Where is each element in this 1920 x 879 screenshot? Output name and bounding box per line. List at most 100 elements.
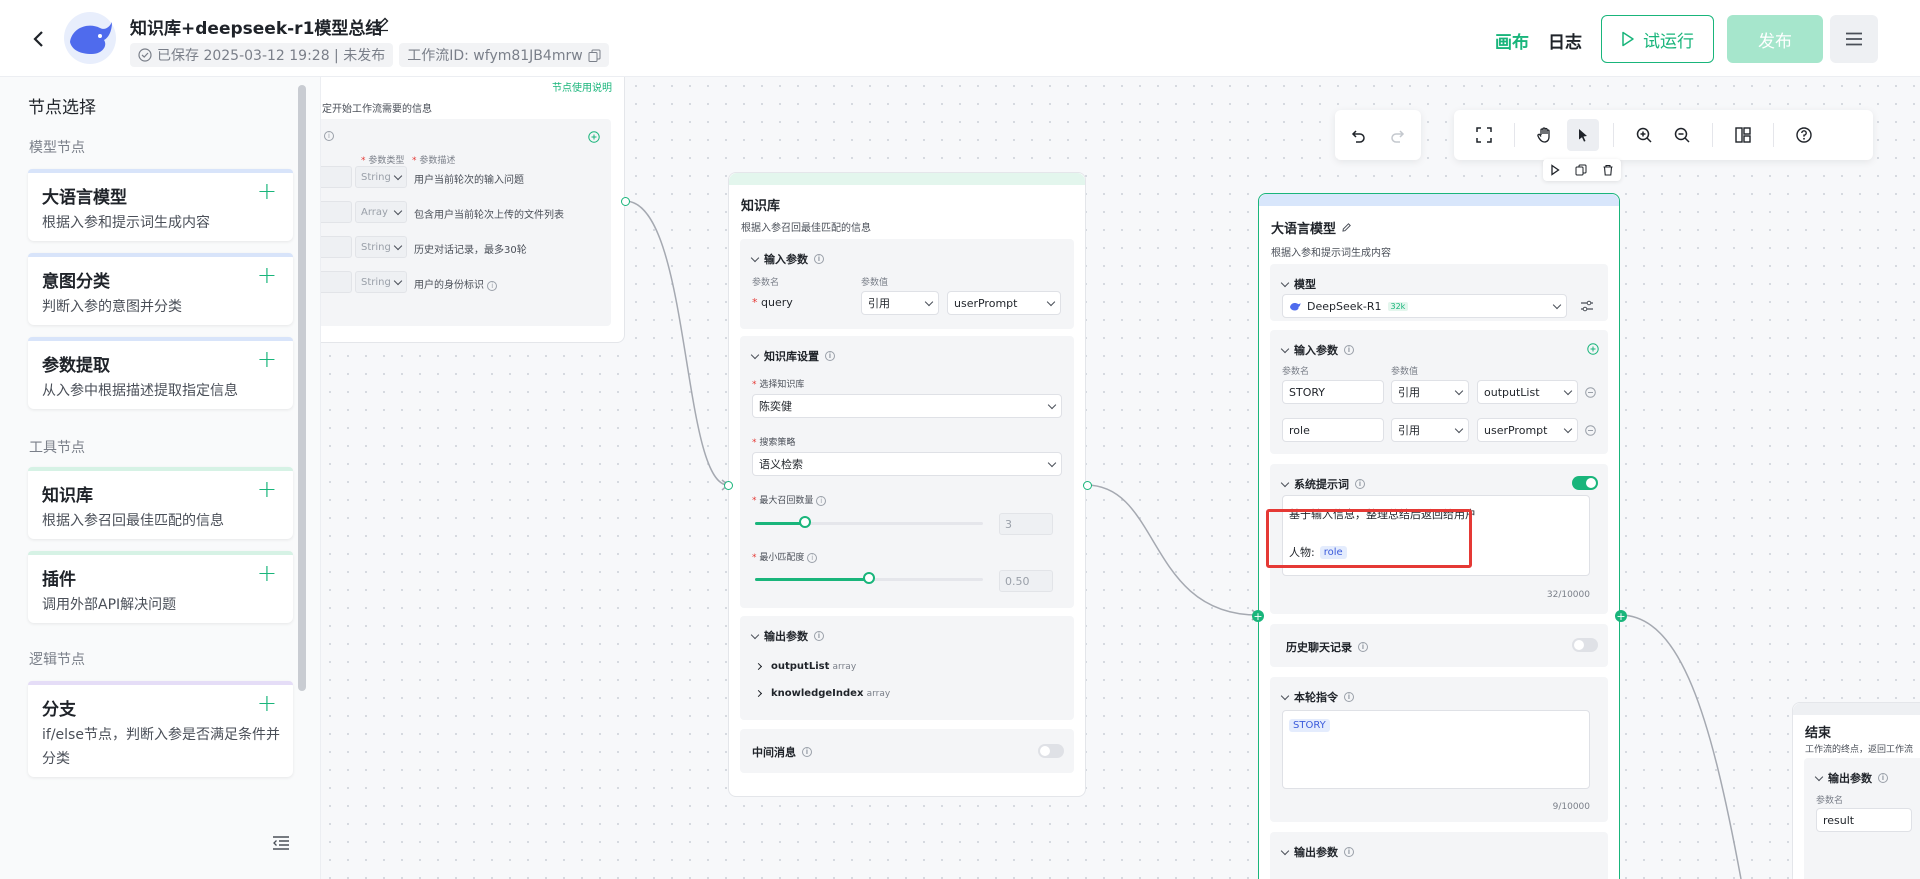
output-port[interactable] (621, 197, 630, 206)
tab-canvas[interactable]: 画布 (1495, 28, 1529, 53)
add-icon[interactable]: + (257, 261, 277, 289)
ref-value-select[interactable]: userPrompt (1477, 418, 1578, 442)
panel-header[interactable]: 本轮指令 i (1280, 689, 1354, 705)
canvas-toolbar (1454, 110, 1873, 160)
add-param-icon[interactable] (588, 131, 600, 143)
edit-icon[interactable] (1341, 222, 1352, 233)
param-name-input[interactable]: STORY (1282, 380, 1384, 404)
edit-title-icon[interactable] (374, 16, 392, 34)
system-prompt-toggle[interactable] (1572, 476, 1598, 490)
add-icon[interactable]: + (257, 689, 277, 717)
fullscreen-button[interactable] (1468, 119, 1500, 151)
hand-tool-button[interactable] (1529, 119, 1561, 151)
min-match-input[interactable]: 0.50 (999, 570, 1053, 592)
section-logic: 逻辑节点 (29, 652, 85, 668)
input-port[interactable]: + (1252, 610, 1264, 622)
chevron-left-icon (33, 31, 43, 47)
chevron-down-icon (1280, 478, 1290, 487)
copy-node-icon[interactable] (1575, 164, 1587, 176)
output-port[interactable]: + (1615, 610, 1627, 622)
start-node[interactable]: 节点使用说明 定开始工作流需要的信息 i * 参数类型 * 参数描述 Strin… (321, 77, 630, 343)
ref-type-select[interactable]: 引用 (861, 291, 939, 315)
output-port[interactable] (1083, 481, 1092, 490)
node-card-intent[interactable]: 意图分类 判断入参的意图并分类 + (28, 253, 293, 325)
max-recall-input[interactable]: 3 (999, 513, 1053, 535)
redo-button[interactable] (1384, 119, 1412, 151)
kb-select[interactable]: 陈奕健 (752, 394, 1062, 418)
chevron-down-icon (1280, 344, 1290, 353)
add-icon[interactable]: + (257, 559, 277, 587)
add-icon[interactable]: + (257, 177, 277, 205)
node-card-plugin[interactable]: 插件 调用外部API解决问题 + (28, 551, 293, 623)
publish-button[interactable]: 发布 (1727, 15, 1823, 63)
settings-sliders-icon[interactable] (1580, 300, 1594, 312)
add-icon[interactable]: + (257, 345, 277, 373)
info-icon: i (1344, 345, 1354, 355)
help-button[interactable] (1788, 119, 1820, 151)
layout-button[interactable] (1727, 119, 1759, 151)
panel-header[interactable]: 系统提示词 i (1280, 476, 1365, 492)
history-toggle[interactable] (1572, 638, 1598, 652)
select-tool-button[interactable] (1567, 119, 1599, 151)
panel-header[interactable]: 输出参数 i (1814, 770, 1888, 786)
slider-handle[interactable] (799, 516, 811, 528)
zoom-out-button[interactable] (1666, 119, 1698, 151)
input-port[interactable] (724, 481, 733, 490)
param-name-input[interactable]: role (1282, 418, 1384, 442)
add-icon[interactable]: + (257, 475, 277, 503)
remove-param-icon[interactable] (1585, 425, 1596, 436)
context-badge: 32k (1387, 301, 1409, 311)
node-desc: 根据入参和提示词生成内容 (1271, 248, 1391, 259)
copy-icon[interactable] (588, 49, 601, 62)
ref-value-select[interactable]: outputList (1477, 380, 1578, 404)
model-select[interactable]: DeepSeek-R1 32k (1282, 294, 1567, 318)
delete-node-icon[interactable] (1602, 164, 1614, 176)
try-run-label: 试运行 (1643, 31, 1694, 52)
output-item[interactable]: outputList array (754, 661, 856, 672)
chevron-down-icon (1280, 278, 1290, 287)
node-sidebar: 节点选择 模型节点 大语言模型 根据入参和提示词生成内容 + 意图分类 判断入参… (0, 77, 321, 879)
param-desc: 用户的身份标识 i (414, 276, 498, 291)
undo-button[interactable] (1344, 119, 1372, 151)
add-param-icon[interactable] (1587, 343, 1599, 355)
ref-value-select[interactable]: userPrompt (947, 291, 1061, 315)
node-card-param-extract[interactable]: 参数提取 从入参中根据描述提取指定信息 + (28, 337, 293, 409)
card-desc: 根据入参和提示词生成内容 (42, 215, 210, 231)
node-card-branch[interactable]: 分支 if/else节点，判断入参是否满足条件并分类 + (28, 681, 293, 777)
ref-type-select[interactable]: 引用 (1391, 380, 1469, 404)
panel-header[interactable]: 知识库设置 i (750, 348, 835, 364)
strategy-label: * 搜索策略 (752, 438, 796, 448)
tab-log[interactable]: 日志 (1548, 28, 1582, 53)
middle-message-toggle[interactable] (1038, 744, 1064, 758)
save-status: 已保存 2025-03-12 19:28 | 未发布 (130, 43, 394, 67)
panel-header[interactable]: 输出参数 i (1280, 844, 1354, 860)
knowledge-base-node[interactable]: 知识库 根据入参召回最佳匹配的信息 输入参数 i 参数名 参数值 * query … (724, 172, 1092, 797)
node-help-link[interactable]: 节点使用说明 (552, 79, 612, 94)
panel-header[interactable]: 模型 (1280, 276, 1316, 292)
workflow-canvas[interactable]: 节点使用说明 定开始工作流需要的信息 i * 参数类型 * 参数描述 Strin… (321, 77, 1920, 879)
menu-button[interactable] (1830, 15, 1878, 63)
char-count: 9/10000 (1552, 802, 1590, 812)
chevron-down-icon (750, 630, 760, 639)
node-card-llm[interactable]: 大语言模型 根据入参和提示词生成内容 + (28, 169, 293, 241)
try-run-button[interactable]: 试运行 (1601, 15, 1714, 63)
instruction-editor[interactable]: STORY (1282, 710, 1590, 789)
param-name-input[interactable]: result (1816, 808, 1912, 832)
back-button[interactable] (24, 24, 54, 54)
remove-param-icon[interactable] (1585, 387, 1596, 398)
run-node-icon[interactable] (1550, 164, 1560, 176)
collapse-sidebar-icon[interactable] (272, 835, 292, 855)
col-value-header: 参数值 (861, 278, 889, 288)
panel-header[interactable]: 输入参数 i (750, 251, 824, 267)
panel-header[interactable]: 输入参数 i (1280, 342, 1354, 358)
node-card-knowledge[interactable]: 知识库 根据入参召回最佳匹配的信息 + (28, 467, 293, 539)
workflow-id: 工作流ID: wfym81JB4mrw (399, 43, 609, 67)
slider-handle[interactable] (863, 572, 875, 584)
sidebar-scrollbar[interactable] (298, 85, 306, 691)
strategy-select[interactable]: 语义检索 (752, 452, 1062, 476)
ref-type-select[interactable]: 引用 (1391, 418, 1469, 442)
panel-header[interactable]: 输出参数 i (750, 628, 824, 644)
output-item[interactable]: knowledgeIndex array (754, 688, 890, 699)
zoom-in-button[interactable] (1628, 119, 1660, 151)
end-node[interactable]: 结束 工作流的终点，返回工作流 输出参数 i 参数名 result (1792, 702, 1920, 879)
